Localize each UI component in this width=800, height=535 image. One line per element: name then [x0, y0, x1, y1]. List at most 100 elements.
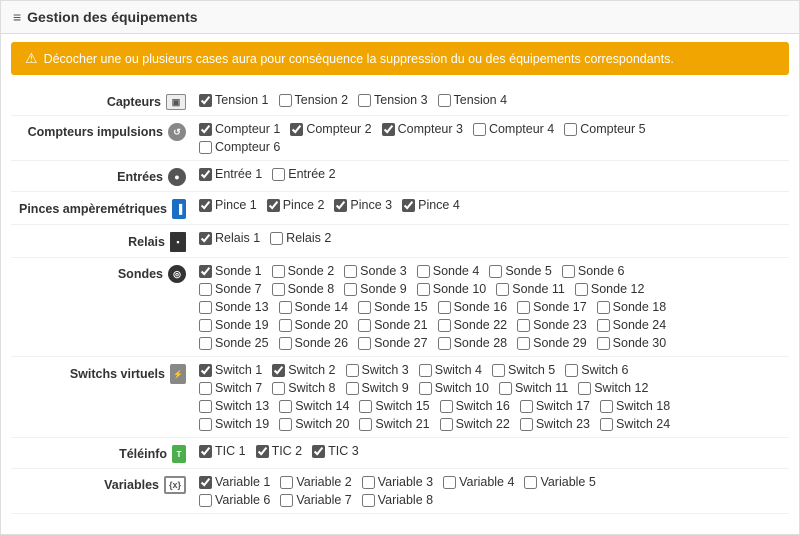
checkbox-sondes-1[interactable]	[272, 265, 285, 278]
checkbox-switchs-12[interactable]	[199, 400, 212, 413]
checkbox-variables-6[interactable]	[280, 494, 293, 507]
checkbox-sondes-19[interactable]	[279, 319, 292, 332]
checkbox-switchs-19[interactable]	[279, 418, 292, 431]
checkbox-sondes-8[interactable]	[344, 283, 357, 296]
checkbox-switchs-13[interactable]	[279, 400, 292, 413]
checkbox-compteurs-1[interactable]	[290, 123, 303, 136]
checkbox-sondes-9[interactable]	[417, 283, 430, 296]
checkbox-switchs-14[interactable]	[359, 400, 372, 413]
checkbox-switchs-6[interactable]	[199, 382, 212, 395]
checkbox-variables-4[interactable]	[524, 476, 537, 489]
checkbox-switchs-18[interactable]	[199, 418, 212, 431]
checkbox-sondes-11[interactable]	[575, 283, 588, 296]
checkbox-variables-2[interactable]	[362, 476, 375, 489]
list-item: Sonde 25	[196, 335, 272, 351]
checkbox-switchs-0[interactable]	[199, 364, 212, 377]
checkbox-capteurs-2[interactable]	[358, 94, 371, 107]
checkbox-switchs-20[interactable]	[359, 418, 372, 431]
checkbox-compteurs-4[interactable]	[564, 123, 577, 136]
list-item: Variable 6	[196, 492, 273, 508]
item-label: Switch 8	[288, 381, 335, 395]
checkbox-teleinfo-2[interactable]	[312, 445, 325, 458]
checkbox-sondes-29[interactable]	[597, 337, 610, 350]
checkbox-variables-7[interactable]	[362, 494, 375, 507]
checkbox-switchs-15[interactable]	[440, 400, 453, 413]
checkbox-sondes-24[interactable]	[199, 337, 212, 350]
checkbox-capteurs-1[interactable]	[279, 94, 292, 107]
checkbox-switchs-10[interactable]	[499, 382, 512, 395]
checkbox-sondes-20[interactable]	[358, 319, 371, 332]
checkbox-sondes-7[interactable]	[272, 283, 285, 296]
checkbox-compteurs-2[interactable]	[382, 123, 395, 136]
checkbox-sondes-3[interactable]	[417, 265, 430, 278]
checkbox-relais-1[interactable]	[270, 232, 283, 245]
checkbox-sondes-18[interactable]	[199, 319, 212, 332]
list-item: Variable 7	[277, 492, 354, 508]
checkbox-pinces-3[interactable]	[402, 199, 415, 212]
checkbox-sondes-22[interactable]	[517, 319, 530, 332]
checkbox-sondes-16[interactable]	[517, 301, 530, 314]
checkbox-pinces-1[interactable]	[267, 199, 280, 212]
checkbox-variables-3[interactable]	[443, 476, 456, 489]
checkbox-switchs-5[interactable]	[565, 364, 578, 377]
list-item: Pince 2	[264, 197, 328, 213]
checkbox-switchs-9[interactable]	[419, 382, 432, 395]
items-sondes: Sonde 1 Sonde 2 Sonde 3 Sonde 4 Sonde 5 …	[196, 263, 789, 351]
checkbox-teleinfo-0[interactable]	[199, 445, 212, 458]
checkbox-capteurs-0[interactable]	[199, 94, 212, 107]
checkbox-sondes-10[interactable]	[496, 283, 509, 296]
list-item: Sonde 26	[276, 335, 352, 351]
checkbox-switchs-22[interactable]	[520, 418, 533, 431]
checkbox-pinces-0[interactable]	[199, 199, 212, 212]
item-label: Switch 2	[288, 363, 335, 377]
item-label: Variable 1	[215, 475, 270, 489]
checkbox-sondes-25[interactable]	[279, 337, 292, 350]
checkbox-sondes-14[interactable]	[358, 301, 371, 314]
checkbox-sondes-15[interactable]	[438, 301, 451, 314]
checkbox-sondes-23[interactable]	[597, 319, 610, 332]
checkbox-compteurs-5[interactable]	[199, 141, 212, 154]
checkbox-variables-1[interactable]	[280, 476, 293, 489]
checkbox-sondes-28[interactable]	[517, 337, 530, 350]
checkbox-switchs-11[interactable]	[578, 382, 591, 395]
checkbox-switchs-2[interactable]	[346, 364, 359, 377]
checkbox-relais-0[interactable]	[199, 232, 212, 245]
checkbox-sondes-13[interactable]	[279, 301, 292, 314]
checkbox-switchs-3[interactable]	[419, 364, 432, 377]
checkbox-sondes-5[interactable]	[562, 265, 575, 278]
checkbox-entrees-1[interactable]	[272, 168, 285, 181]
checkbox-sondes-26[interactable]	[358, 337, 371, 350]
warning-banner: ⚠ Décocher une ou plusieurs cases aura p…	[11, 42, 789, 75]
item-label: Entrée 1	[215, 167, 262, 181]
checkbox-sondes-27[interactable]	[438, 337, 451, 350]
item-label: Sonde 17	[533, 300, 587, 314]
checkbox-teleinfo-1[interactable]	[256, 445, 269, 458]
list-item: Sonde 21	[355, 317, 431, 333]
checkbox-switchs-21[interactable]	[440, 418, 453, 431]
item-label: Pince 4	[418, 198, 460, 212]
item-label: Sonde 1	[215, 264, 262, 278]
checkbox-variables-5[interactable]	[199, 494, 212, 507]
item-label: Sonde 3	[360, 264, 407, 278]
checkbox-pinces-2[interactable]	[334, 199, 347, 212]
checkbox-sondes-12[interactable]	[199, 301, 212, 314]
checkbox-sondes-17[interactable]	[597, 301, 610, 314]
checkbox-sondes-21[interactable]	[438, 319, 451, 332]
checkbox-switchs-7[interactable]	[272, 382, 285, 395]
checkbox-sondes-0[interactable]	[199, 265, 212, 278]
checkbox-sondes-4[interactable]	[489, 265, 502, 278]
checkbox-switchs-4[interactable]	[492, 364, 505, 377]
checkbox-switchs-23[interactable]	[600, 418, 613, 431]
checkbox-sondes-6[interactable]	[199, 283, 212, 296]
checkbox-compteurs-3[interactable]	[473, 123, 486, 136]
checkbox-compteurs-0[interactable]	[199, 123, 212, 136]
items-teleinfo: TIC 1 TIC 2 TIC 3	[196, 443, 789, 459]
checkbox-entrees-0[interactable]	[199, 168, 212, 181]
checkbox-variables-0[interactable]	[199, 476, 212, 489]
checkbox-switchs-1[interactable]	[272, 364, 285, 377]
checkbox-sondes-2[interactable]	[344, 265, 357, 278]
checkbox-switchs-17[interactable]	[600, 400, 613, 413]
checkbox-switchs-16[interactable]	[520, 400, 533, 413]
checkbox-capteurs-3[interactable]	[438, 94, 451, 107]
checkbox-switchs-8[interactable]	[346, 382, 359, 395]
